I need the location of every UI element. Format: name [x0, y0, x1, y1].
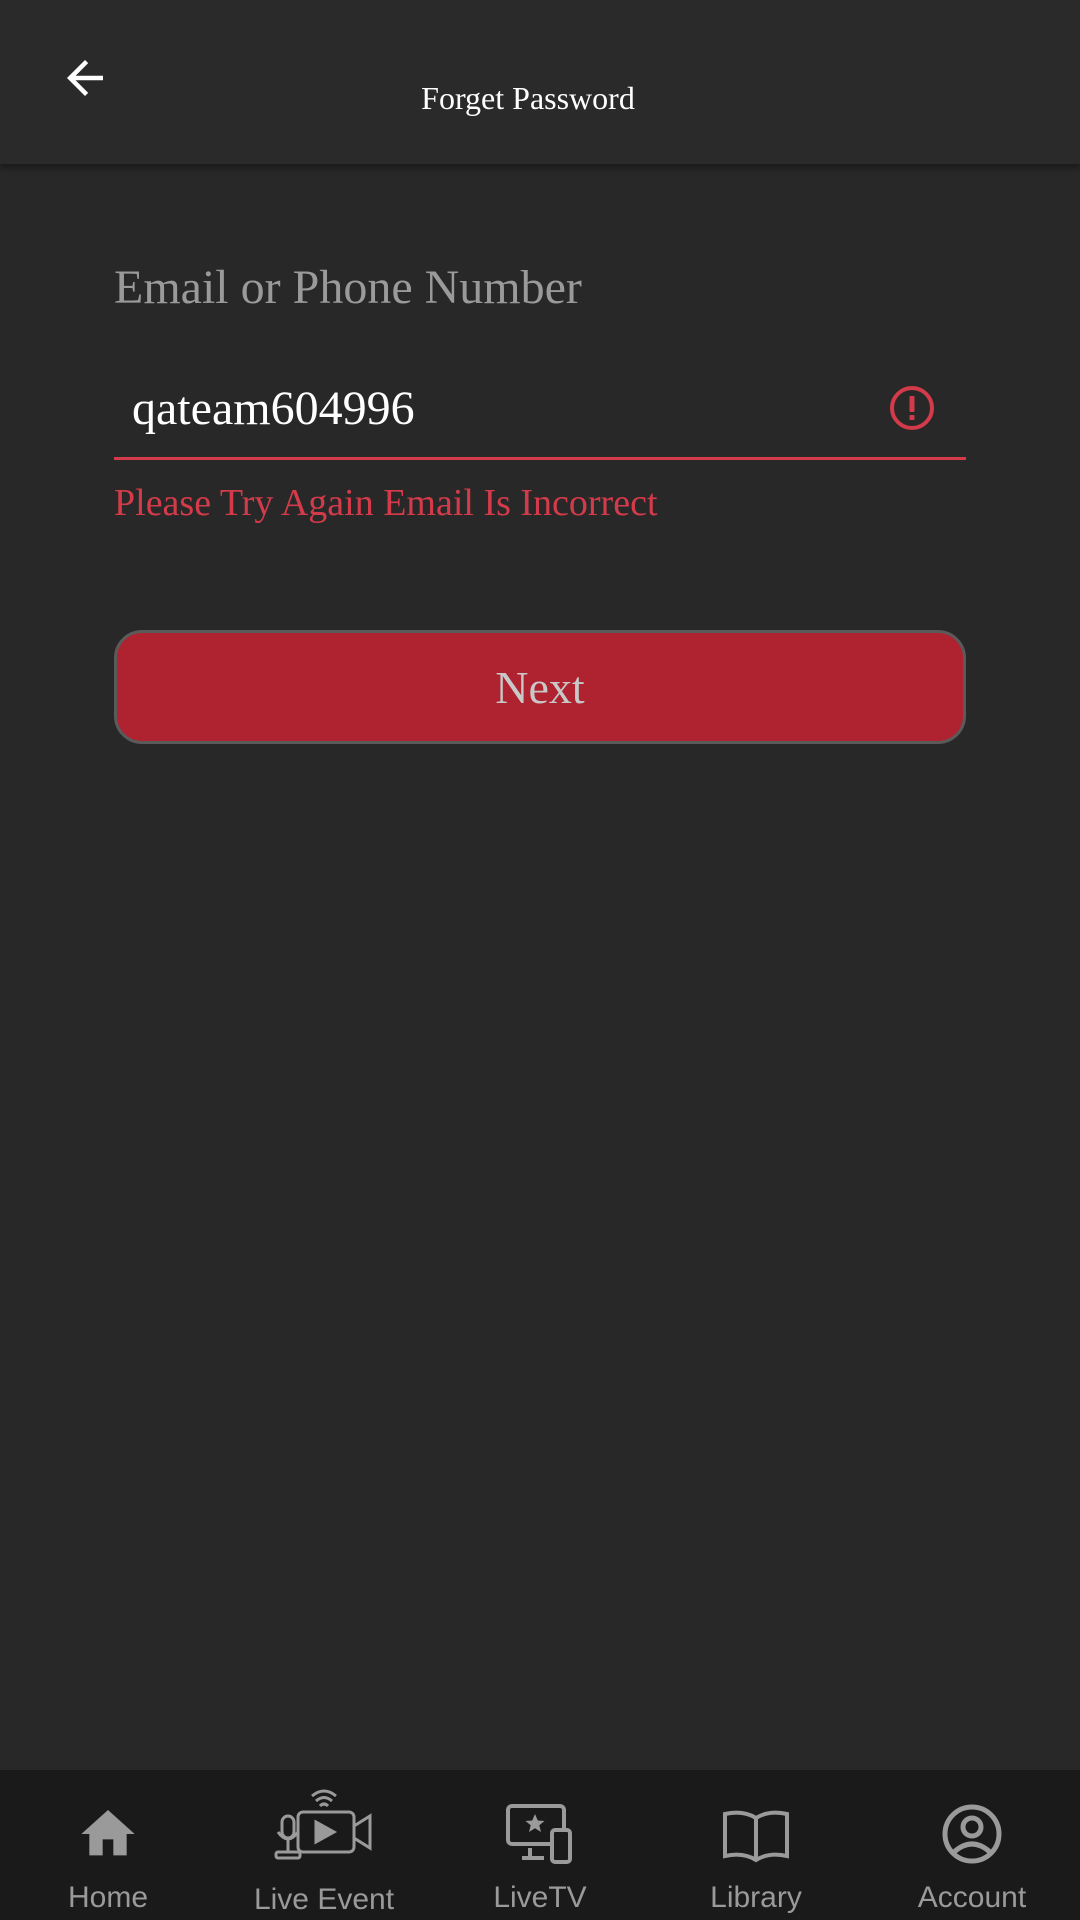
page-title: Forget Password [421, 80, 635, 116]
nav-item-home[interactable]: Home [0, 1770, 216, 1920]
app-bar: Forget Password [0, 0, 1080, 164]
account-circle-icon [940, 1786, 1004, 1866]
email-phone-input[interactable] [114, 360, 966, 460]
live-event-icon [272, 1786, 376, 1866]
bottom-nav: Home Live Event LiveTV Library Account [0, 1770, 1080, 1920]
book-icon [721, 1786, 791, 1866]
error-message: Please Try Again Email Is Incorrect [114, 482, 658, 524]
nav-item-livetv[interactable]: LiveTV [432, 1770, 648, 1920]
next-button[interactable]: Next [114, 630, 966, 744]
nav-label-home: Home [67, 1881, 149, 1914]
home-icon [76, 1786, 140, 1866]
exclamation-circle-icon [890, 386, 934, 430]
devices-star-icon [504, 1786, 576, 1866]
nav-label-livetv: LiveTV [493, 1881, 587, 1914]
email-phone-field-container [114, 360, 966, 464]
email-phone-label: Email or Phone Number [114, 261, 582, 314]
nav-item-account[interactable]: Account [864, 1770, 1080, 1920]
nav-label-live-event: Live Event [253, 1883, 395, 1916]
nav-label-library: Library [710, 1881, 802, 1914]
nav-item-live-event[interactable]: Live Event [216, 1770, 432, 1920]
nav-item-library[interactable]: Library [648, 1770, 864, 1920]
nav-label-account: Account [917, 1881, 1027, 1914]
forget-password-screen: Forget Password Email or Phone Number Pl… [0, 0, 1080, 1920]
